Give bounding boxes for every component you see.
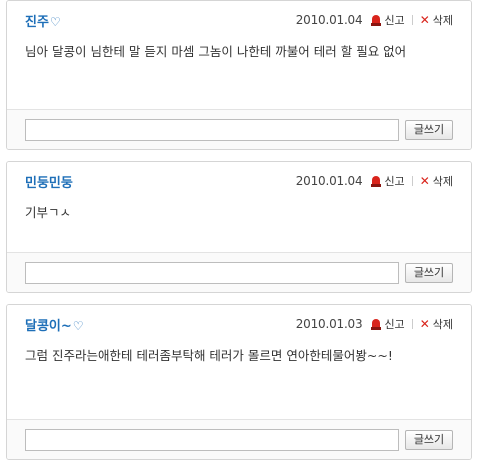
comment-card: 진주♡ 2010.01.04 신고 ✕ 삭제 님아 달콩이 님한테 말 듣지 마… xyxy=(6,0,472,150)
divider xyxy=(411,176,413,186)
comment-text: 님아 달콩이 님한테 말 듣지 마셈 그놈이 나한테 까불어 테러 할 필요 없… xyxy=(25,44,407,59)
nickname-text[interactable]: 진주 xyxy=(25,15,49,30)
divider xyxy=(411,319,413,329)
write-button[interactable]: 글쓰기 xyxy=(405,430,453,450)
author-nickname[interactable]: 진주♡ xyxy=(25,11,61,30)
reply-input[interactable] xyxy=(25,119,399,141)
report-button[interactable]: 신고 xyxy=(371,173,405,189)
comment-text: 기부ㄱㅅ xyxy=(25,205,72,220)
delete-label[interactable]: 삭제 xyxy=(433,173,453,189)
comment-card: 달콩이~♡ 2010.01.03 신고 ✕ 삭제 그럼 진주라는애한테 테러좀부… xyxy=(6,304,472,460)
comment-header: 진주♡ 2010.01.04 신고 ✕ 삭제 xyxy=(25,1,453,41)
siren-icon xyxy=(371,175,382,187)
delete-label[interactable]: 삭제 xyxy=(433,316,453,332)
siren-icon xyxy=(371,318,382,330)
delete-label[interactable]: 삭제 xyxy=(433,12,453,28)
comment-date: 2010.01.03 xyxy=(295,317,363,331)
x-icon: ✕ xyxy=(419,13,430,27)
reply-bar: 글쓰기 xyxy=(7,419,471,459)
delete-button[interactable]: ✕ 삭제 xyxy=(420,173,453,189)
reply-input[interactable] xyxy=(25,429,399,451)
author-nickname[interactable]: 달콩이~♡ xyxy=(25,315,84,334)
comment-meta: 2010.01.04 신고 ✕ 삭제 xyxy=(296,173,453,189)
comment-meta: 2010.01.03 신고 ✕ 삭제 xyxy=(296,316,453,332)
report-label[interactable]: 신고 xyxy=(384,12,404,28)
delete-button[interactable]: ✕ 삭제 xyxy=(420,12,453,28)
comment-card: 민둥민둥 2010.01.04 신고 ✕ 삭제 기부ㄱㅅ 글쓰기 xyxy=(6,161,472,293)
comment-date: 2010.01.04 xyxy=(295,174,363,188)
write-button[interactable]: 글쓰기 xyxy=(405,263,453,283)
reply-bar: 글쓰기 xyxy=(7,252,471,292)
nickname-text[interactable]: 민둥민둥 xyxy=(25,176,73,191)
delete-button[interactable]: ✕ 삭제 xyxy=(420,316,453,332)
comment-text: 그럼 진주라는애한테 테러좀부탁해 테러가 몰르면 연아한테물어봥~~! xyxy=(25,348,393,363)
heart-icon: ♡ xyxy=(72,319,84,333)
x-icon: ✕ xyxy=(419,317,430,331)
comment-body: 민둥민둥 2010.01.04 신고 ✕ 삭제 기부ㄱㅅ xyxy=(7,162,471,252)
comment-list: 진주♡ 2010.01.04 신고 ✕ 삭제 님아 달콩이 님한테 말 듣지 마… xyxy=(0,0,480,467)
reply-bar: 글쓰기 xyxy=(7,109,471,149)
reply-input[interactable] xyxy=(25,262,399,284)
write-button[interactable]: 글쓰기 xyxy=(405,120,453,140)
report-button[interactable]: 신고 xyxy=(371,316,405,332)
comment-meta: 2010.01.04 신고 ✕ 삭제 xyxy=(296,12,453,28)
comment-header: 민둥민둥 2010.01.04 신고 ✕ 삭제 xyxy=(25,162,453,202)
divider xyxy=(411,15,413,25)
comment-body: 달콩이~♡ 2010.01.03 신고 ✕ 삭제 그럼 진주라는애한테 테러좀부… xyxy=(7,305,471,419)
author-nickname[interactable]: 민둥민둥 xyxy=(25,172,74,191)
comment-header: 달콩이~♡ 2010.01.03 신고 ✕ 삭제 xyxy=(25,305,453,345)
siren-icon xyxy=(371,14,382,26)
report-label[interactable]: 신고 xyxy=(384,316,404,332)
comment-date: 2010.01.04 xyxy=(295,13,363,27)
heart-icon: ♡ xyxy=(49,15,61,29)
nickname-text[interactable]: 달콩이~ xyxy=(25,319,72,334)
report-button[interactable]: 신고 xyxy=(371,12,405,28)
x-icon: ✕ xyxy=(419,174,430,188)
comment-body: 진주♡ 2010.01.04 신고 ✕ 삭제 님아 달콩이 님한테 말 듣지 마… xyxy=(7,1,471,109)
report-label[interactable]: 신고 xyxy=(384,173,404,189)
